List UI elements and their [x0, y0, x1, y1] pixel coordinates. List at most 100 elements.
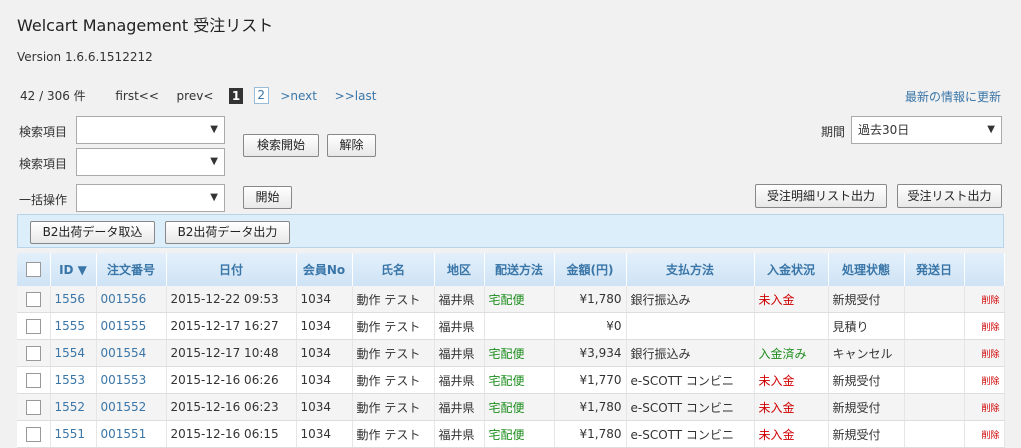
payment-method: e-SCOTT コンビニ — [626, 366, 755, 394]
period-label: 期間 — [821, 125, 846, 139]
period-select[interactable]: 過去30日 ▼ — [851, 116, 1002, 144]
area: 福井県 — [434, 339, 485, 367]
payment-method: 銀行振込み — [626, 286, 755, 313]
refresh-link[interactable]: 最新の情報に更新 — [905, 88, 1001, 105]
chevron-down-icon: ▼ — [210, 192, 218, 203]
col-id[interactable]: ID ▼ — [50, 253, 97, 286]
order-number-link[interactable]: 001553 — [101, 373, 147, 387]
col-ship-date[interactable]: 発送日 — [904, 253, 965, 286]
orders-table: ID ▼ 注文番号 日付 会員No 氏名 地区 配送方法 金額(円) 支払方法 … — [17, 253, 1005, 448]
row-checkbox[interactable] — [25, 318, 41, 334]
table-row: 1556 001556 2015-12-22 09:53 1034 動作 テスト… — [17, 286, 1005, 313]
delivery-method: 宅配便 — [484, 393, 555, 421]
search-select-2[interactable]: ▼ — [76, 148, 225, 176]
member-no: 1034 — [296, 286, 353, 313]
delete-link[interactable]: 削除 — [981, 404, 999, 414]
ship-date — [904, 286, 965, 313]
delivery-method: 宅配便 — [484, 286, 555, 313]
search-select-1[interactable]: ▼ — [76, 116, 225, 144]
amount: ¥1,780 — [554, 393, 627, 421]
order-number-link[interactable]: 001556 — [101, 292, 147, 306]
row-checkbox[interactable] — [25, 426, 41, 442]
ship-date — [904, 420, 965, 448]
deposit-status: 未入金 — [754, 420, 829, 448]
col-delivery[interactable]: 配送方法 — [484, 253, 555, 286]
ship-date — [904, 366, 965, 394]
order-id-link[interactable]: 1555 — [55, 319, 86, 333]
row-checkbox[interactable] — [25, 291, 41, 307]
payment-method: e-SCOTT コンビニ — [626, 393, 755, 421]
col-payment[interactable]: 支払方法 — [626, 253, 755, 286]
order-date: 2015-12-17 10:48 — [166, 339, 297, 367]
pager-page-2[interactable]: 2 — [253, 87, 269, 104]
customer-name: 動作 テスト — [352, 420, 435, 448]
order-number-link[interactable]: 001551 — [101, 427, 147, 441]
delete-link[interactable]: 削除 — [981, 323, 999, 333]
amount: ¥1,780 — [554, 286, 627, 313]
order-id-link[interactable]: 1551 — [55, 427, 86, 441]
delivery-method: 宅配便 — [484, 339, 555, 367]
version-text: Version 1.6.6.1512212 — [17, 50, 153, 64]
deposit-status — [754, 312, 829, 340]
process-status: キャンセル — [828, 339, 905, 367]
payment-method — [626, 312, 755, 340]
table-row: 1552 001552 2015-12-16 06:23 1034 動作 テスト… — [17, 393, 1005, 421]
order-number-link[interactable]: 001555 — [101, 319, 147, 333]
table-row: 1551 001551 2015-12-16 06:15 1034 動作 テスト… — [17, 420, 1005, 448]
area: 福井県 — [434, 312, 485, 340]
col-status[interactable]: 処理状態 — [828, 253, 905, 286]
col-member-no[interactable]: 会員No — [296, 253, 353, 286]
col-date[interactable]: 日付 — [166, 253, 297, 286]
search-label-2: 検索項目 — [19, 157, 68, 171]
member-no: 1034 — [296, 420, 353, 448]
order-number-link[interactable]: 001552 — [101, 400, 147, 414]
delete-link[interactable]: 削除 — [981, 377, 999, 387]
order-date: 2015-12-22 09:53 — [166, 286, 297, 313]
page-title: Welcart Management 受注リスト — [17, 16, 274, 35]
customer-name: 動作 テスト — [352, 393, 435, 421]
process-status: 新規受付 — [828, 286, 905, 313]
order-id-link[interactable]: 1553 — [55, 373, 86, 387]
delete-link[interactable]: 削除 — [981, 350, 999, 360]
b2-export-button[interactable]: B2出荷データ出力 — [165, 221, 290, 244]
row-checkbox[interactable] — [25, 345, 41, 361]
col-area[interactable]: 地区 — [434, 253, 485, 286]
payment-method: e-SCOTT コンビニ — [626, 420, 755, 448]
pager-first[interactable]: first<< — [115, 89, 159, 103]
row-checkbox[interactable] — [25, 399, 41, 415]
search-reset-button[interactable]: 解除 — [327, 134, 376, 157]
bulk-start-button[interactable]: 開始 — [243, 186, 292, 209]
delete-link[interactable]: 削除 — [981, 431, 999, 441]
bulk-action-select[interactable]: ▼ — [76, 184, 225, 212]
amount: ¥0 — [554, 312, 627, 340]
member-no: 1034 — [296, 312, 353, 340]
order-id-link[interactable]: 1554 — [55, 346, 86, 360]
order-number-link[interactable]: 001554 — [101, 346, 147, 360]
col-name[interactable]: 氏名 — [352, 253, 435, 286]
order-list-export-button[interactable]: 受注リスト出力 — [897, 184, 1002, 208]
deposit-status: 未入金 — [754, 286, 829, 313]
col-order-number[interactable]: 注文番号 — [96, 253, 167, 286]
table-header-row: ID ▼ 注文番号 日付 会員No 氏名 地区 配送方法 金額(円) 支払方法 … — [17, 253, 1005, 286]
amount: ¥1,780 — [554, 420, 627, 448]
search-start-button[interactable]: 検索開始 — [243, 134, 319, 157]
deposit-status: 入金済み — [754, 339, 829, 367]
pager-prev[interactable]: prev< — [177, 89, 214, 103]
order-date: 2015-12-17 16:27 — [166, 312, 297, 340]
b2-import-button[interactable]: B2出荷データ取込 — [30, 221, 155, 244]
pager-next[interactable]: >next — [280, 89, 317, 103]
delivery-method: 宅配便 — [484, 420, 555, 448]
col-deposit[interactable]: 入金状況 — [754, 253, 829, 286]
pager-last[interactable]: >>last — [335, 89, 377, 103]
order-id-link[interactable]: 1552 — [55, 400, 86, 414]
col-amount[interactable]: 金額(円) — [554, 253, 627, 286]
chevron-down-icon: ▼ — [987, 124, 995, 135]
deposit-status: 未入金 — [754, 393, 829, 421]
order-id-link[interactable]: 1556 — [55, 292, 86, 306]
delete-link[interactable]: 削除 — [981, 296, 999, 306]
order-detail-export-button[interactable]: 受注明細リスト出力 — [755, 184, 887, 208]
result-count: 42 / 306 件 — [20, 89, 86, 103]
select-all-checkbox[interactable] — [25, 262, 41, 277]
deposit-status: 未入金 — [754, 366, 829, 394]
row-checkbox[interactable] — [25, 372, 41, 388]
